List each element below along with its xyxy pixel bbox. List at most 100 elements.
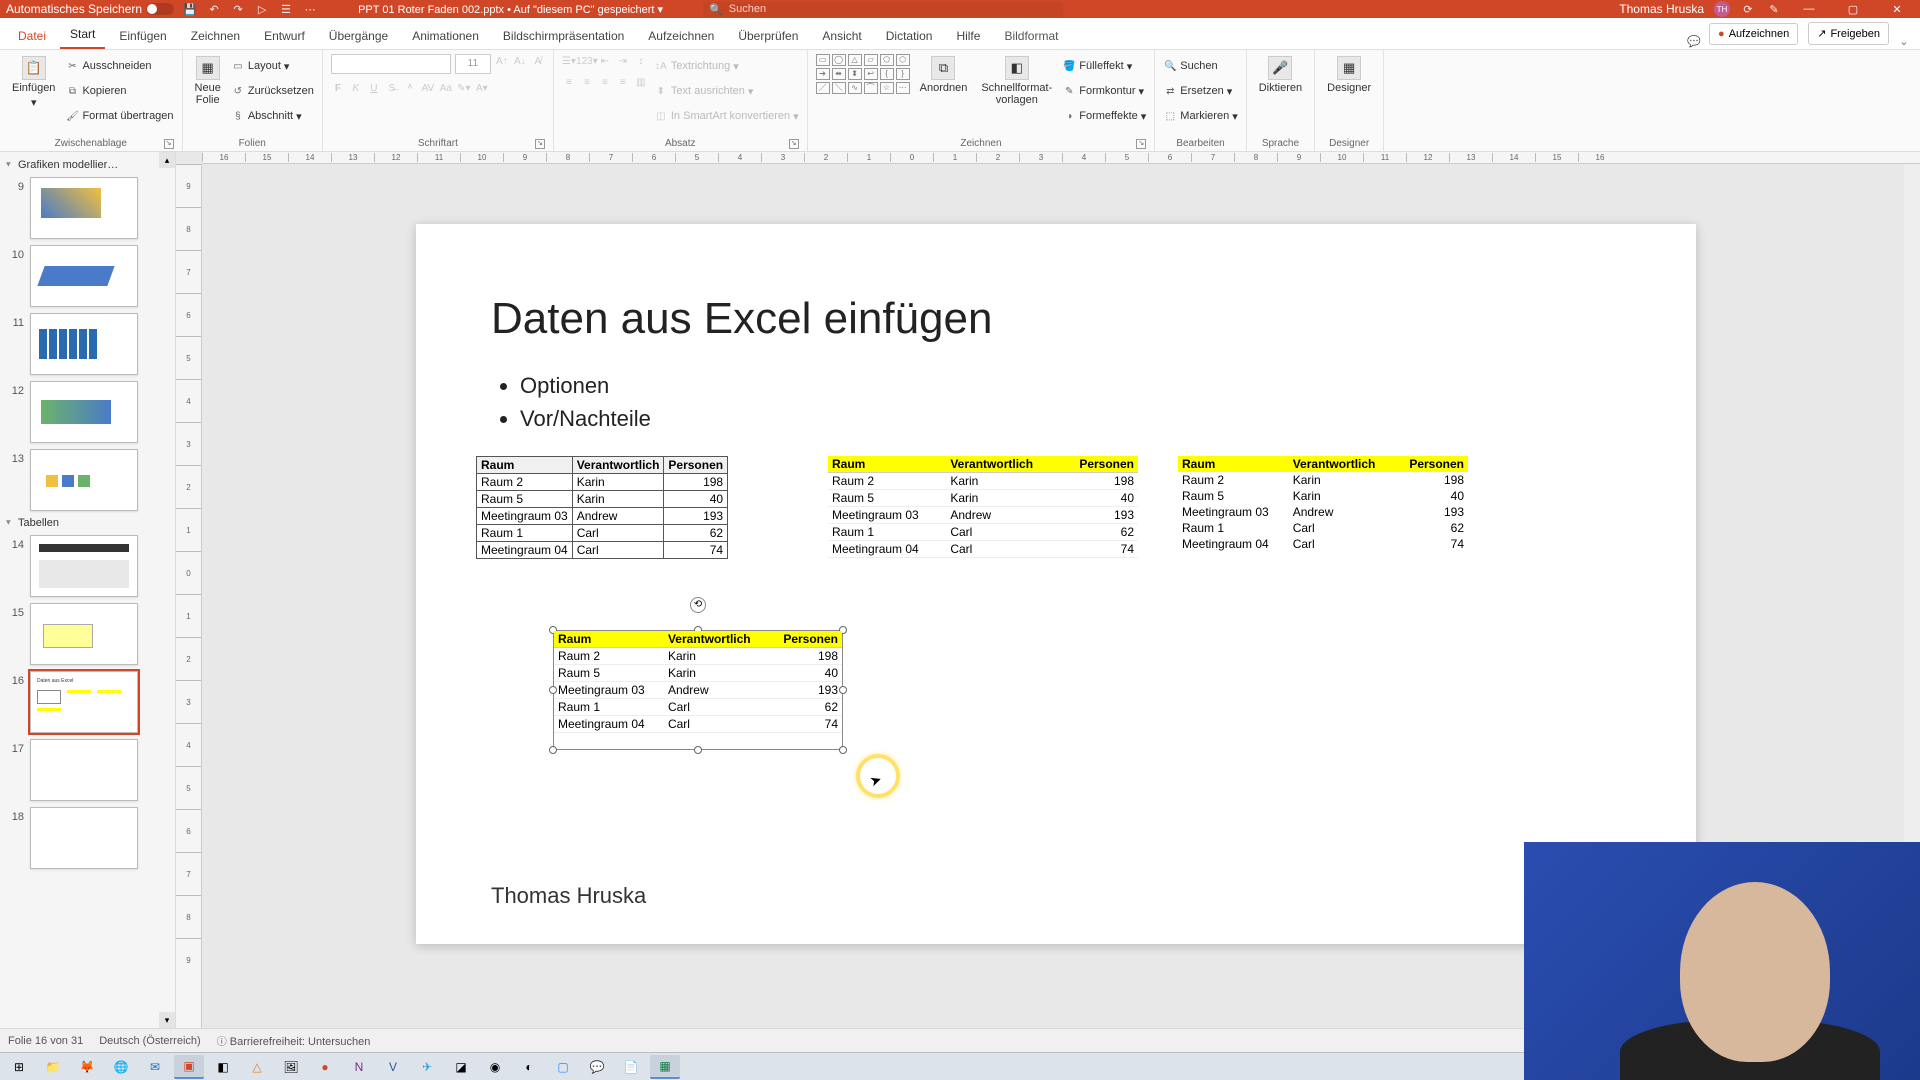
- thumb-11[interactable]: 11: [0, 310, 175, 378]
- coming-soon-icon[interactable]: ✎: [1766, 1, 1782, 17]
- shapes-gallery[interactable]: ▭◯△▱⬠⬡ ➔⬌⬍↩{} ／＼∿⌒☆⋯: [816, 54, 910, 94]
- task-telegram[interactable]: ✈: [412, 1055, 442, 1079]
- tab-design[interactable]: Entwurf: [254, 23, 315, 49]
- task-onenote[interactable]: N: [344, 1055, 374, 1079]
- task-app-4[interactable]: ◐: [514, 1055, 544, 1079]
- tab-transitions[interactable]: Übergänge: [319, 23, 398, 49]
- tab-file[interactable]: Datei: [8, 23, 56, 49]
- selected-table-object[interactable]: ⟲ RaumVerantwortlichPersonen Raum 2Karin…: [553, 630, 843, 750]
- paragraph-launcher[interactable]: ↘: [789, 139, 799, 149]
- task-vlc[interactable]: △: [242, 1055, 272, 1079]
- tab-insert[interactable]: Einfügen: [109, 23, 176, 49]
- arrange-button[interactable]: ⧉Anordnen: [916, 54, 972, 96]
- replace-button[interactable]: ⇄Ersetzen ▾: [1163, 79, 1237, 103]
- task-visio[interactable]: V: [378, 1055, 408, 1079]
- table-yellow-1[interactable]: RaumVerantwortlichPersonen Raum 2Karin19…: [828, 456, 1138, 558]
- redo-icon[interactable]: ↷: [230, 1, 246, 17]
- minimize-button[interactable]: —: [1792, 3, 1826, 15]
- task-app-3[interactable]: ◪: [446, 1055, 476, 1079]
- table-selected[interactable]: RaumVerantwortlichPersonen Raum 2Karin19…: [554, 631, 842, 733]
- slide[interactable]: Daten aus Excel einfügen Optionen Vor/Na…: [416, 224, 1696, 944]
- resize-handle[interactable]: [694, 746, 702, 754]
- tab-record[interactable]: Aufzeichnen: [638, 23, 724, 49]
- select-button[interactable]: ⬚Markieren ▾: [1163, 104, 1237, 128]
- layout-button[interactable]: ▭Layout ▾: [231, 54, 314, 78]
- section-graphics[interactable]: Grafiken modellier…: [0, 156, 175, 174]
- collapse-ribbon-icon[interactable]: ⌄: [1896, 33, 1912, 49]
- share-button[interactable]: ↗Freigeben: [1808, 22, 1889, 45]
- dictate-button[interactable]: 🎤Diktieren: [1255, 54, 1306, 96]
- thumb-14[interactable]: 14: [0, 532, 175, 600]
- drawing-launcher[interactable]: ↘: [1136, 139, 1146, 149]
- reset-button[interactable]: ↺Zurücksetzen: [231, 79, 314, 103]
- thumb-12[interactable]: 12: [0, 378, 175, 446]
- task-explorer[interactable]: 📁: [38, 1055, 68, 1079]
- task-app-6[interactable]: 📄: [616, 1055, 646, 1079]
- task-outlook[interactable]: ✉: [140, 1055, 170, 1079]
- find-button[interactable]: 🔍Suchen: [1163, 54, 1237, 78]
- task-obs[interactable]: ◉: [480, 1055, 510, 1079]
- task-powerpoint[interactable]: ▣: [174, 1055, 204, 1079]
- designer-button[interactable]: ▦Designer: [1323, 54, 1375, 96]
- user-name[interactable]: Thomas Hruska: [1619, 2, 1704, 16]
- task-app-2[interactable]: ●: [310, 1055, 340, 1079]
- thumb-13[interactable]: 13: [0, 446, 175, 514]
- task-app-1[interactable]: ◧: [208, 1055, 238, 1079]
- thumb-15[interactable]: 15: [0, 600, 175, 668]
- task-zoom[interactable]: ▢: [548, 1055, 578, 1079]
- undo-icon[interactable]: ↶: [206, 1, 222, 17]
- accessibility-status[interactable]: ⓘ Barrierefreiheit: Untersuchen: [217, 1033, 371, 1048]
- copy-button[interactable]: ⧉Kopieren: [65, 79, 173, 103]
- tab-draw[interactable]: Zeichnen: [181, 23, 250, 49]
- tab-picture-format[interactable]: Bildformat: [994, 23, 1068, 49]
- tab-home[interactable]: Start: [60, 21, 105, 49]
- comments-icon[interactable]: 💬: [1686, 33, 1702, 49]
- search-box[interactable]: 🔍: [703, 2, 1063, 17]
- tab-slideshow[interactable]: Bildschirmpräsentation: [493, 23, 634, 49]
- resize-handle[interactable]: [549, 746, 557, 754]
- maximize-button[interactable]: ▢: [1836, 3, 1870, 16]
- sync-icon[interactable]: ⟳: [1740, 1, 1756, 17]
- touch-mode-icon[interactable]: ☰: [278, 1, 294, 17]
- thumb-scroll-down[interactable]: ▾: [159, 1012, 175, 1028]
- thumb-9[interactable]: 9: [0, 174, 175, 242]
- autosave-toggle[interactable]: Automatisches Speichern: [6, 2, 174, 16]
- section-tables[interactable]: Tabellen: [0, 514, 175, 532]
- close-button[interactable]: ✕: [1880, 3, 1914, 16]
- thumb-18[interactable]: 18: [0, 804, 175, 872]
- thumb-17[interactable]: 17: [0, 736, 175, 804]
- qat-more-icon[interactable]: ⋯: [302, 1, 318, 17]
- thumb-16[interactable]: 16Daten aus Excel: [0, 668, 175, 736]
- table-bordered[interactable]: RaumVerantwortlichPersonen Raum 2Karin19…: [476, 456, 728, 559]
- resize-handle[interactable]: [839, 746, 847, 754]
- font-launcher[interactable]: ↘: [535, 139, 545, 149]
- slide-thumbnails[interactable]: ▴ Grafiken modellier… 9 10 11 12 13 Tabe…: [0, 152, 176, 1028]
- tab-view[interactable]: Ansicht: [812, 23, 871, 49]
- user-avatar[interactable]: TH: [1714, 1, 1730, 17]
- quick-styles-button[interactable]: ◧Schnellformat- vorlagen: [977, 54, 1056, 108]
- new-slide-button[interactable]: ▦Neue Folie: [191, 54, 225, 108]
- tab-dictation[interactable]: Dictation: [876, 23, 943, 49]
- clipboard-launcher[interactable]: ↘: [164, 139, 174, 149]
- record-button[interactable]: ●Aufzeichnen: [1709, 23, 1798, 45]
- slide-bullets[interactable]: Optionen Vor/Nachteile: [496, 369, 651, 435]
- tab-help[interactable]: Hilfe: [946, 23, 990, 49]
- shape-fill-button[interactable]: 🪣Fülleffekt ▾: [1062, 54, 1146, 78]
- format-painter-button[interactable]: 🖌Format übertragen: [65, 104, 173, 128]
- shape-effects-button[interactable]: ◑Formeffekte ▾: [1062, 104, 1146, 128]
- shape-outline-button[interactable]: ✎Formkontur ▾: [1062, 79, 1146, 103]
- task-app-5[interactable]: 💬: [582, 1055, 612, 1079]
- tab-animations[interactable]: Animationen: [402, 23, 489, 49]
- task-firefox[interactable]: 🦊: [72, 1055, 102, 1079]
- slide-author[interactable]: Thomas Hruska: [491, 883, 646, 909]
- language-status[interactable]: Deutsch (Österreich): [99, 1035, 200, 1047]
- task-chrome[interactable]: 🌐: [106, 1055, 136, 1079]
- save-icon[interactable]: 💾: [182, 1, 198, 17]
- start-button[interactable]: ⊞: [4, 1055, 34, 1079]
- task-photos[interactable]: 🖼: [276, 1055, 306, 1079]
- search-input[interactable]: [729, 3, 1057, 15]
- cut-button[interactable]: ✂Ausschneiden: [65, 54, 173, 78]
- slide-title[interactable]: Daten aus Excel einfügen: [491, 294, 992, 344]
- section-button[interactable]: §Abschnitt ▾: [231, 104, 314, 128]
- thumb-10[interactable]: 10: [0, 242, 175, 310]
